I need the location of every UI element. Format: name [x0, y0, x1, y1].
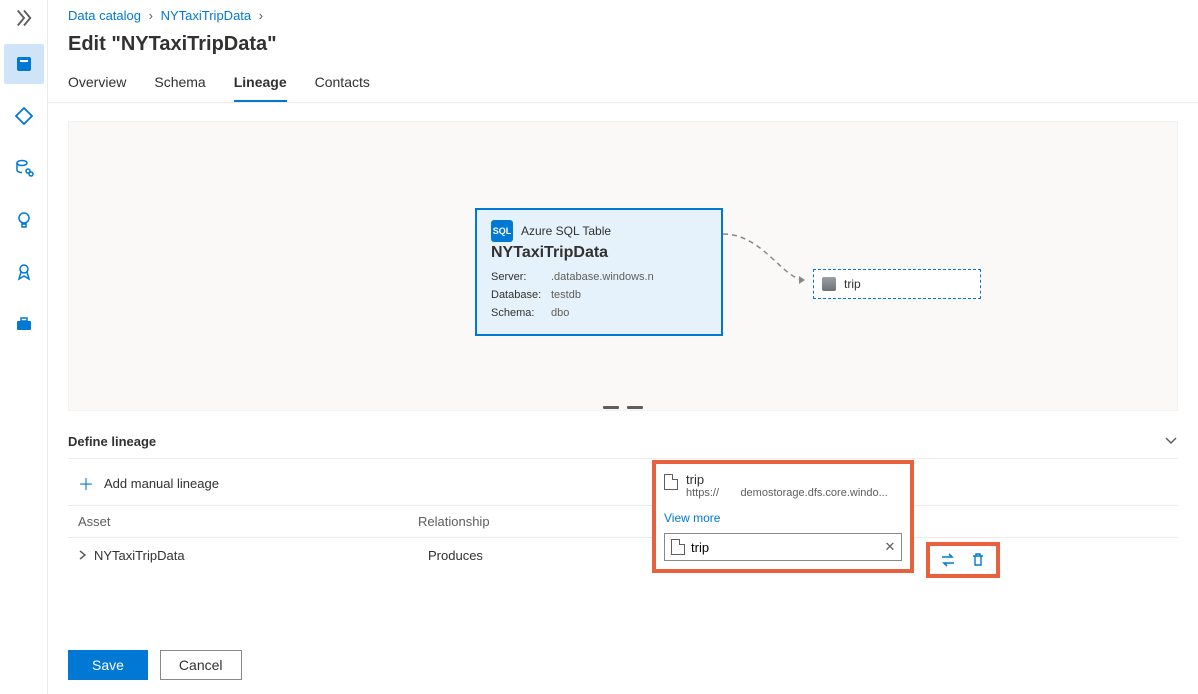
add-label: Add manual lineage	[104, 476, 219, 491]
expand-rail-button[interactable]	[8, 4, 40, 32]
lineage-row-actions	[926, 542, 1000, 578]
page-title: Edit "NYTaxiTripData"	[48, 27, 1198, 70]
expand-row-button[interactable]	[78, 548, 88, 563]
lineage-canvas[interactable]: SQL Azure SQL Table NYTaxiTripData Serve…	[68, 121, 1178, 411]
footer-actions: Save Cancel	[68, 650, 242, 680]
plus-icon: ＋	[78, 471, 94, 495]
add-manual-lineage-button[interactable]: ＋ Add manual lineage	[68, 459, 1178, 506]
breadcrumb: Data catalog › NYTaxiTripData ›	[48, 0, 1198, 27]
node-database-label: Database:	[491, 286, 551, 304]
rail-policies[interactable]	[4, 252, 44, 292]
node-type-label: Azure SQL Table	[521, 224, 611, 238]
rail-management[interactable]	[4, 304, 44, 344]
swap-icon	[939, 551, 957, 569]
rail-sources[interactable]	[4, 148, 44, 188]
row-asset: NYTaxiTripData	[94, 548, 428, 563]
resize-grip[interactable]	[603, 406, 643, 414]
tabs: Overview Schema Lineage Contacts	[48, 70, 1198, 103]
delete-lineage-button[interactable]	[967, 549, 989, 571]
chevron-right-icon: ›	[145, 8, 157, 23]
lineage-node-target[interactable]: trip	[813, 269, 981, 299]
toolbox-icon	[14, 314, 34, 334]
file-icon	[664, 474, 678, 490]
col-asset: Asset	[78, 514, 418, 529]
node-schema-label: Schema:	[491, 304, 551, 322]
collapse-section-button[interactable]	[1164, 433, 1178, 450]
search-result-name: trip	[686, 472, 888, 487]
nav-rail	[0, 0, 48, 694]
lineage-arrow	[723, 230, 813, 288]
rail-catalog[interactable]	[4, 44, 44, 84]
rail-insights[interactable]	[4, 96, 44, 136]
book-icon	[14, 54, 34, 74]
lineage-node-source[interactable]: SQL Azure SQL Table NYTaxiTripData Serve…	[475, 208, 723, 336]
node-title: NYTaxiTripData	[491, 244, 707, 262]
define-lineage-section: Define lineage ＋ Add manual lineage Asse…	[68, 425, 1178, 573]
bulb-icon	[14, 210, 34, 230]
chevron-down-icon	[1164, 433, 1178, 447]
breadcrumb-current[interactable]: NYTaxiTripData	[161, 8, 252, 23]
target-name: trip	[844, 277, 861, 291]
tab-overview[interactable]: Overview	[68, 70, 126, 102]
breadcrumb-root[interactable]: Data catalog	[68, 8, 141, 23]
save-button[interactable]: Save	[68, 650, 148, 680]
asset-search-field[interactable]: ✕	[664, 533, 902, 561]
swap-direction-button[interactable]	[937, 549, 959, 571]
search-result[interactable]: trip https:// demostorage.dfs.core.windo…	[664, 470, 902, 505]
chevron-right-icon	[78, 550, 88, 560]
ribbon-icon	[14, 262, 34, 282]
tab-lineage[interactable]: Lineage	[234, 70, 287, 102]
asset-search-popup: trip https:// demostorage.dfs.core.windo…	[652, 460, 914, 573]
tab-contacts[interactable]: Contacts	[315, 70, 370, 102]
main-panel: Data catalog › NYTaxiTripData › Edit "NY…	[48, 0, 1198, 694]
node-server-label: Server:	[491, 268, 551, 286]
asset-search-input[interactable]	[691, 540, 879, 555]
chevron-right-icon: ›	[255, 8, 267, 23]
node-database-value: testdb	[551, 286, 581, 304]
col-relationship: Relationship	[418, 514, 648, 529]
sql-icon: SQL	[491, 220, 513, 242]
diamond-icon	[14, 106, 34, 126]
tab-schema[interactable]: Schema	[154, 70, 205, 102]
cancel-button[interactable]: Cancel	[160, 650, 242, 680]
database-link-icon	[14, 158, 34, 178]
trash-icon	[970, 552, 986, 568]
node-server-value: .database.windows.n	[551, 268, 654, 286]
file-icon	[671, 539, 685, 555]
clear-search-button[interactable]: ✕	[879, 539, 901, 555]
chevron-right-double-icon	[14, 8, 34, 28]
row-relationship: Produces	[428, 548, 658, 563]
node-schema-value: dbo	[551, 304, 569, 322]
lineage-table-header: Asset Relationship	[68, 506, 1178, 538]
rail-scan[interactable]	[4, 200, 44, 240]
view-more-link[interactable]: View more	[664, 505, 902, 533]
lineage-row: NYTaxiTripData Produces	[68, 538, 1178, 573]
dataset-icon	[822, 277, 836, 291]
search-result-path: https:// demostorage.dfs.core.windo...	[686, 487, 888, 499]
section-title: Define lineage	[68, 434, 156, 449]
